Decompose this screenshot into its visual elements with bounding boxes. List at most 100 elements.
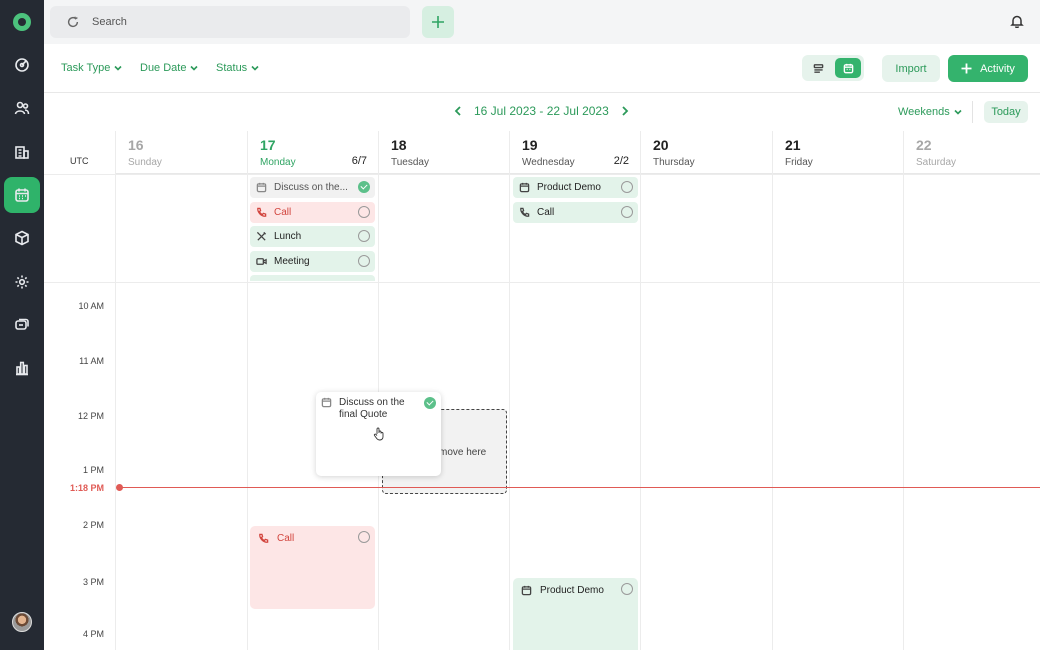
event-meeting[interactable]: Meeting <box>250 251 375 272</box>
user-avatar[interactable] <box>12 612 32 632</box>
nav-contacts-icon[interactable] <box>4 90 40 126</box>
list-view-button[interactable] <box>805 58 831 78</box>
day-number: 19 <box>522 137 538 153</box>
day-name: Wednesday <box>522 157 575 168</box>
weekends-label: Weekends <box>898 106 950 118</box>
video-icon <box>256 258 267 265</box>
event-title: Lunch <box>274 231 302 242</box>
add-activity-button[interactable]: Activity <box>948 55 1028 82</box>
filter-due-date[interactable]: Due Date <box>140 62 199 74</box>
day-task-count: 2/2 <box>613 155 629 167</box>
event-discuss-quote[interactable]: Discuss on the... <box>250 177 375 198</box>
event-title: Product Demo <box>540 585 604 596</box>
import-button[interactable]: Import <box>882 55 940 82</box>
activity-label: Activity <box>980 62 1015 75</box>
current-time-dot <box>116 484 123 491</box>
grid-line <box>44 174 1040 175</box>
date-bar: 16 Jul 2023 - 22 Jul 2023 Weekends Today <box>44 93 1040 131</box>
event-title: Discuss on the final Quote <box>339 397 405 420</box>
time-label: 11 AM <box>79 356 104 366</box>
search-input[interactable] <box>92 16 372 28</box>
calendar-icon <box>256 182 267 193</box>
calendar-icon <box>519 182 530 193</box>
sidebar <box>0 0 44 650</box>
grid-line <box>509 131 510 650</box>
chevron-right-icon[interactable] <box>621 106 629 116</box>
chevron-down-icon <box>190 65 199 71</box>
app-logo[interactable] <box>13 13 31 31</box>
event-call-timed[interactable]: Call <box>250 526 375 609</box>
event-title: Call <box>274 207 292 218</box>
nav-companies-icon[interactable] <box>4 134 40 170</box>
day-name: Friday <box>785 157 813 168</box>
event-title: Discuss on the... <box>274 182 348 193</box>
date-range-label: 16 Jul 2023 - 22 Jul 2023 <box>474 104 609 118</box>
day-name: Tuesday <box>391 157 429 168</box>
status-circle-icon[interactable] <box>358 255 370 267</box>
day-number: 20 <box>653 137 669 153</box>
nav-settings-icon[interactable] <box>4 264 40 300</box>
calendar-view-button[interactable] <box>835 58 861 78</box>
event-call[interactable]: Call <box>250 202 375 223</box>
add-button[interactable] <box>422 6 454 38</box>
day-header-wednesday[interactable]: 19 Wednesday 2/2 <box>510 131 640 174</box>
status-circle-icon[interactable] <box>621 206 633 218</box>
completed-check-icon[interactable] <box>358 181 370 193</box>
event-lunch[interactable]: Lunch <box>250 226 375 247</box>
day-header-monday[interactable]: 17 Monday 6/7 <box>248 131 378 174</box>
time-label: 2 PM <box>82 520 104 530</box>
plus-icon <box>961 63 972 74</box>
timezone-label: UTC <box>70 156 89 166</box>
chevron-down-icon <box>954 109 962 115</box>
calendar-view-icon <box>843 63 853 73</box>
status-circle-icon[interactable] <box>621 181 633 193</box>
today-button[interactable]: Today <box>984 101 1028 123</box>
nav-messages-icon[interactable] <box>4 307 40 343</box>
chevron-left-icon[interactable] <box>454 106 462 116</box>
drop-hint: move here <box>439 447 487 458</box>
plus-icon <box>432 16 444 28</box>
bell-icon <box>1010 15 1024 29</box>
completed-check-icon[interactable] <box>424 397 436 409</box>
day-header-sunday[interactable]: 16 Sunday <box>116 131 247 174</box>
status-circle-icon[interactable] <box>621 583 633 595</box>
chevron-down-icon <box>114 65 122 71</box>
day-header-saturday[interactable]: 22 Saturday <box>904 131 1040 174</box>
day-number: 18 <box>391 137 407 153</box>
nav-products-icon[interactable] <box>4 220 40 256</box>
day-name: Monday <box>260 157 296 168</box>
status-circle-icon[interactable] <box>358 531 370 543</box>
notifications-button[interactable] <box>1010 14 1024 29</box>
status-circle-icon[interactable] <box>358 230 370 242</box>
filter-label: Due Date <box>140 62 187 74</box>
day-header-friday[interactable]: 21 Friday <box>773 131 903 174</box>
day-number: 16 <box>128 137 144 153</box>
grid-line <box>640 131 641 650</box>
day-number: 21 <box>785 137 801 153</box>
event-product-demo-timed[interactable]: Product Demo <box>513 578 638 650</box>
filter-task-type[interactable]: Task Type <box>61 62 122 74</box>
grid-line <box>44 282 1040 283</box>
weekends-dropdown[interactable]: Weekends <box>898 106 962 118</box>
day-header-thursday[interactable]: 20 Thursday <box>641 131 772 174</box>
grid-line <box>115 131 116 650</box>
time-label: 10 AM <box>78 301 104 311</box>
day-name: Sunday <box>128 157 162 168</box>
status-circle-icon[interactable] <box>358 206 370 218</box>
event-product-demo[interactable]: Product Demo <box>513 177 638 198</box>
day-header-tuesday[interactable]: 18 Tuesday <box>379 131 509 174</box>
grid-line <box>378 131 379 650</box>
search-box[interactable] <box>50 6 410 38</box>
event-title: Product Demo <box>537 182 601 193</box>
filter-status[interactable]: Status <box>216 62 259 74</box>
calendar-icon <box>321 397 332 408</box>
event-call[interactable]: Call <box>513 202 638 223</box>
grid-line <box>772 131 773 650</box>
nav-dashboard-icon[interactable] <box>4 47 40 83</box>
event-overflow-peek <box>250 275 375 281</box>
grid-line <box>247 131 248 650</box>
chevron-down-icon <box>251 65 259 71</box>
nav-reports-icon[interactable] <box>4 350 40 386</box>
divider <box>972 101 973 123</box>
nav-calendar-icon[interactable] <box>4 177 40 213</box>
